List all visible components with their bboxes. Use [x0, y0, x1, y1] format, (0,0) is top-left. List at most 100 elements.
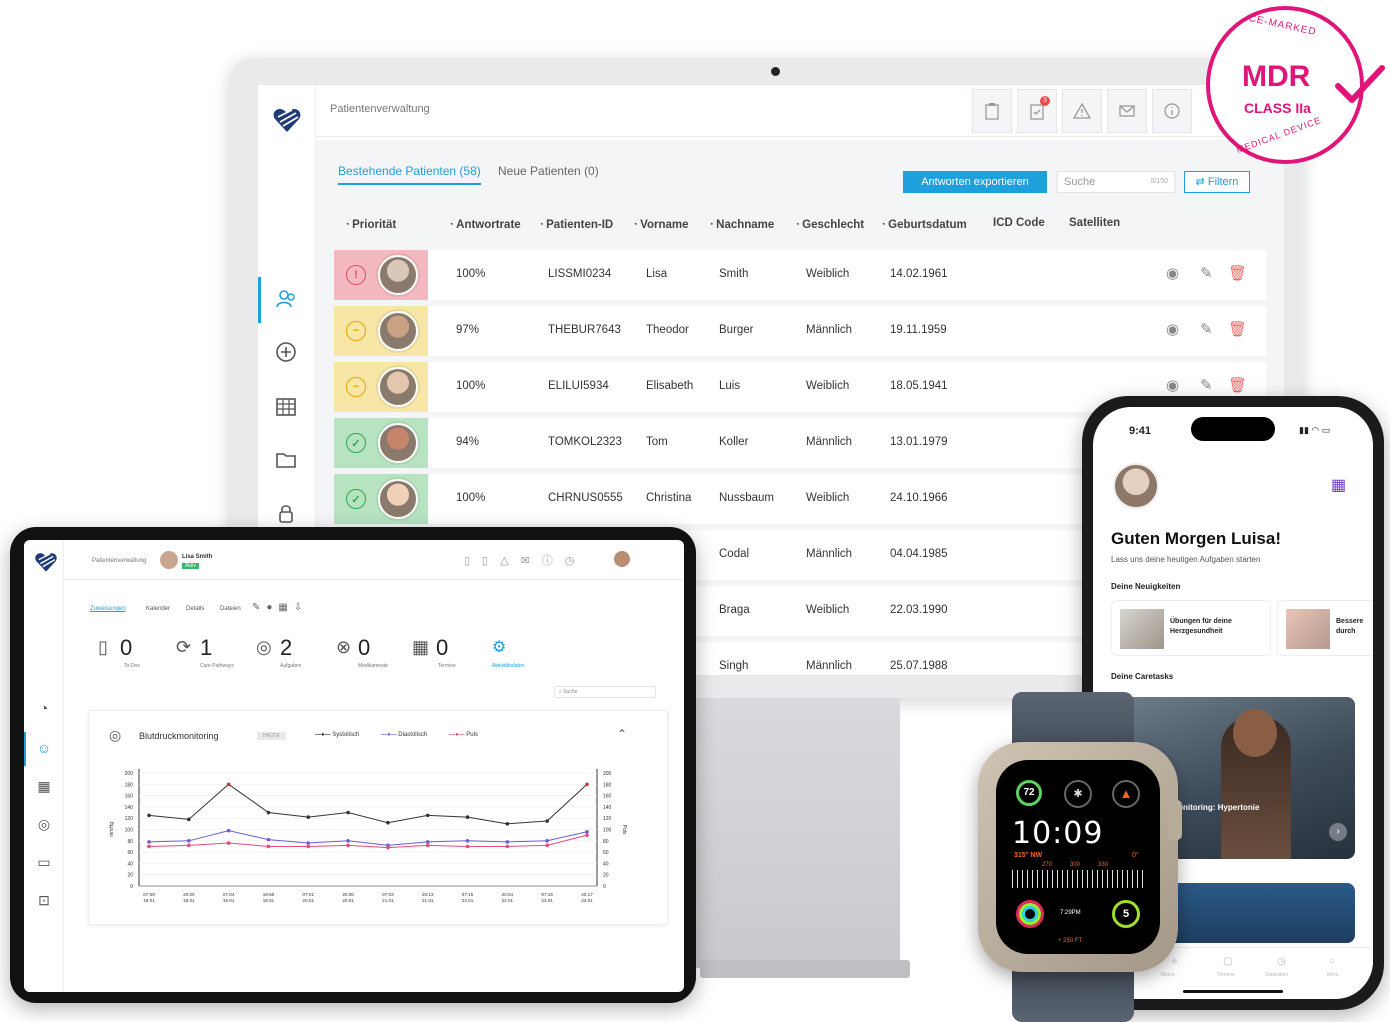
tab-toolbar-icons[interactable]: ✎●▦⇩ — [252, 602, 308, 613]
alert-icon[interactable]: ▲ — [1112, 780, 1140, 808]
lock-icon[interactable] — [272, 499, 300, 527]
nav-label-2[interactable]: Termine — [1217, 972, 1235, 978]
birthdate-cell: 22.03.1990 — [890, 604, 948, 616]
watch-crown[interactable] — [1168, 800, 1182, 840]
col-icd[interactable]: ICD Code — [993, 217, 1045, 229]
col-gender[interactable]: ᐧ Geschlecht — [796, 217, 864, 231]
avatar — [378, 311, 418, 351]
y-tick-label-right: 140 — [603, 805, 612, 811]
nav-more-icon[interactable]: ○ — [1329, 956, 1335, 967]
col-lastname[interactable]: ᐧ Nachname — [710, 217, 774, 231]
nav-label-1[interactable]: Meine... — [1161, 972, 1179, 978]
delete-icon[interactable]: 🗑 — [1228, 320, 1247, 338]
delete-icon[interactable]: 🗑 — [1228, 264, 1247, 282]
appointments-label: Termine — [438, 663, 456, 669]
data-point — [187, 817, 191, 822]
nav-label-3[interactable]: Statistiken — [1265, 972, 1288, 978]
avatar[interactable] — [1113, 463, 1159, 509]
next-arrow-icon[interactable]: › — [1329, 823, 1347, 841]
news-card-sleep[interactable]: Bessere durch — [1277, 600, 1373, 656]
patients-icon[interactable]: ☺ — [34, 740, 54, 760]
info-icon[interactable] — [1152, 89, 1192, 133]
folder-icon[interactable]: ▭ — [34, 854, 54, 874]
collapse-chevron-icon[interactable]: ⌃ — [617, 727, 627, 741]
y-tick-label: 120 — [125, 816, 134, 822]
data-point — [306, 841, 311, 845]
y-axis-title-right: Puls — [621, 825, 627, 835]
search-input[interactable]: Suche 0/150 — [1057, 171, 1175, 193]
col-patient-id[interactable]: ᐧ Patienten-ID — [540, 217, 613, 231]
col-priority[interactable]: ᐧ Priorität — [346, 217, 396, 231]
delete-icon[interactable]: 🗑 — [1228, 376, 1247, 394]
data-point — [346, 810, 350, 815]
view-eye-icon[interactable]: ◉ — [1166, 320, 1179, 338]
data-point — [226, 782, 231, 787]
dynamic-island — [1191, 417, 1275, 441]
tablet-header: Patientenverwaltung Lisa Smith Aktiv ▯▯△… — [64, 540, 684, 580]
tab-existing-patients[interactable]: Bestehende Patienten (58) — [338, 164, 481, 185]
dashboard-icon[interactable]: ◔ — [34, 700, 54, 720]
date-tag[interactable]: HEUTE — [257, 732, 286, 740]
table-row[interactable]: ~97% THEBUR7643 Theodor Burger Männlich 19.11… — [334, 306, 1266, 356]
tab-assignments[interactable]: Zuweisungen — [90, 606, 126, 612]
todo-icon: ▯ — [98, 637, 108, 657]
x-tick-label: 18.01 — [143, 898, 155, 903]
nav-calendar-icon[interactable]: ▢ — [1223, 956, 1232, 967]
count-complication[interactable]: 5 — [1112, 900, 1140, 928]
tab-new-patients[interactable]: Neue Patienten (0) — [498, 164, 599, 178]
blood-pressure-icon: ◎ — [109, 727, 122, 743]
doctor-avatar[interactable] — [614, 551, 630, 567]
edit-icon[interactable]: ✎ — [1200, 376, 1213, 394]
data-point — [465, 839, 470, 843]
priority-cell: ✓ — [334, 474, 428, 524]
col-satellites[interactable]: Satelliten — [1069, 217, 1120, 229]
tablet-screen: ◔ ☺ ▦ ◎ ▭ ⊡ Patientenverwaltung Lisa Smi… — [24, 540, 684, 992]
birthdate-cell: 18.05.1941 — [890, 380, 948, 392]
col-birthdate[interactable]: ᐧ Geburtsdatum — [882, 217, 967, 231]
lastname-cell: Nussbaum — [719, 492, 774, 504]
y-tick-label: 200 — [125, 771, 134, 777]
tab-files[interactable]: Dateien — [220, 606, 241, 612]
patients-icon[interactable] — [272, 285, 300, 313]
badge-mdr: MDR — [1242, 60, 1311, 93]
export-answers-button[interactable]: Antworten exportieren — [903, 171, 1047, 193]
view-eye-icon[interactable]: ◉ — [1166, 376, 1179, 394]
activity-data-label[interactable]: Aktivitätsdaten — [492, 663, 525, 669]
heart-rate-complication[interactable]: 72 — [1016, 780, 1042, 806]
view-eye-icon[interactable]: ◉ — [1166, 264, 1179, 282]
tab-calendar[interactable]: Kalender — [146, 606, 170, 612]
edit-icon[interactable]: ✎ — [1200, 264, 1213, 282]
filter-button[interactable]: ⇄ Filtern — [1184, 171, 1250, 193]
tab-details[interactable]: Details — [186, 606, 204, 612]
nav-stats-icon[interactable]: ◷ — [1277, 956, 1286, 967]
greeting: Guten Morgen Luisa! — [1111, 529, 1281, 548]
data-point — [187, 839, 191, 843]
warning-icon[interactable] — [1062, 89, 1102, 133]
col-rate[interactable]: ᐧ Antwortrate — [450, 217, 521, 231]
tablet-header-icons[interactable]: ▯▯△✉ⓘ◷ — [464, 552, 586, 568]
nav-home-icon[interactable]: ⟡ — [1171, 956, 1178, 967]
activity-rings-icon[interactable] — [1016, 900, 1044, 928]
col-firstname[interactable]: ᐧ Vorname — [634, 217, 689, 231]
care-pathway-icon[interactable]: ◎ — [34, 816, 54, 836]
compass-icon[interactable]: ✱ — [1064, 780, 1092, 808]
news-card-exercise[interactable]: Übungen für deine Herzgesundheit — [1111, 600, 1271, 656]
clipboard-icon[interactable] — [972, 89, 1012, 133]
tablet-search-input[interactable]: ⌕ Suche — [554, 686, 656, 698]
calendar-icon[interactable] — [272, 392, 300, 420]
status-time: 9:41 — [1129, 425, 1152, 437]
calendar-icon[interactable]: ▦ — [34, 778, 54, 798]
tasks-icon[interactable]: 3 — [1017, 89, 1057, 133]
mail-icon[interactable] — [1107, 89, 1147, 133]
lock-icon[interactable]: ⊡ — [34, 892, 54, 912]
edit-icon[interactable]: ✎ — [1200, 320, 1213, 338]
qr-code-icon[interactable]: ▦ — [1331, 475, 1346, 495]
folder-icon[interactable] — [272, 446, 300, 474]
nav-label-4[interactable]: Mehr — [1327, 972, 1338, 978]
data-point — [147, 840, 151, 844]
table-row[interactable]: ! 100% LISSMI0234 Lisa Smith Weiblich 14.02.19… — [334, 250, 1266, 300]
activity-data-icon[interactable]: ⚙ — [492, 637, 506, 657]
data-point — [545, 843, 549, 848]
y-tick-label-right: 100 — [603, 828, 612, 834]
care-pathway-icon[interactable] — [272, 338, 300, 366]
